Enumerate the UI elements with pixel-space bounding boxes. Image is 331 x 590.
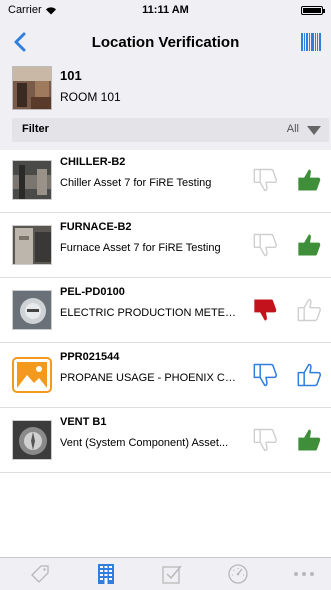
asset-description: Chiller Asset 7 for FiRE Testing: [60, 177, 212, 189]
asset-row[interactable]: VENT B1 Vent (System Component) Asset...: [0, 408, 331, 473]
thumbs-up-button[interactable]: [296, 361, 324, 389]
filter-label: Filter: [22, 123, 49, 135]
caret-down-icon: [307, 126, 321, 135]
asset-code: PEL-PD0100: [60, 286, 125, 298]
asset-description: PROPANE USAGE - PHOENIX CA...: [60, 372, 240, 384]
thumbs-up-icon: [298, 429, 321, 451]
asset-photo: [12, 160, 52, 200]
location-code: 101: [60, 68, 82, 83]
asset-code: CHILLER-B2: [60, 156, 126, 168]
tab-tag[interactable]: [20, 562, 60, 586]
page-title: Location Verification: [91, 34, 240, 51]
tab-gauge[interactable]: [218, 562, 258, 586]
tab-more[interactable]: [284, 562, 324, 586]
asset-row[interactable]: PEL-PD0100 ELECTRIC PRODUCTION METER...: [0, 278, 331, 343]
thumbs-up-button[interactable]: [296, 166, 324, 194]
thumbs-up-button[interactable]: [296, 296, 324, 324]
asset-list: CHILLER-B2 Chiller Asset 7 for FiRE Test…: [0, 148, 331, 473]
asset-photo: [12, 420, 52, 460]
tab-building[interactable]: [86, 562, 126, 586]
battery-icon: [301, 6, 325, 15]
asset-photo: [12, 225, 52, 265]
filter-bar: Filter All: [0, 112, 331, 150]
navigation-bar: Location Verification: [0, 20, 331, 64]
asset-code: FURNACE-B2: [60, 221, 132, 233]
thumbs-down-icon: [254, 299, 277, 321]
filter-dropdown[interactable]: Filter All: [12, 118, 329, 142]
thumbs-up-icon: [298, 169, 321, 191]
building-icon: [98, 564, 114, 584]
asset-row[interactable]: FURNACE-B2 Furnace Asset 7 for FiRE Test…: [0, 213, 331, 278]
thumbs-up-icon: [298, 234, 321, 256]
thumbs-up-button[interactable]: [296, 426, 324, 454]
thumbs-down-button[interactable]: [252, 296, 280, 324]
asset-row[interactable]: CHILLER-B2 Chiller Asset 7 for FiRE Test…: [0, 148, 331, 213]
asset-description: Furnace Asset 7 for FiRE Testing: [60, 242, 221, 254]
barcode-icon: [301, 33, 321, 51]
thumbs-down-button[interactable]: [252, 426, 280, 454]
tab-checklist[interactable]: [152, 562, 192, 586]
thumbs-up-icon: [297, 363, 321, 387]
thumbs-down-icon: [253, 428, 277, 452]
barcode-scan-button[interactable]: [301, 33, 321, 56]
location-name: ROOM 101: [60, 90, 121, 104]
thumbs-down-button[interactable]: [252, 166, 280, 194]
location-header: 101 ROOM 101: [0, 64, 331, 112]
thumbs-down-button[interactable]: [252, 231, 280, 259]
thumbs-down-icon: [253, 363, 277, 387]
asset-code: PPR021544: [60, 351, 120, 363]
asset-photo: [12, 290, 52, 330]
filter-value: All: [286, 123, 299, 135]
gauge-icon: [228, 564, 248, 584]
thumbs-down-icon: [253, 168, 277, 192]
thumbs-up-button[interactable]: [296, 231, 324, 259]
status-time: 11:11 AM: [142, 4, 189, 16]
tab-bar: [0, 557, 331, 590]
image-placeholder-icon: [12, 355, 52, 395]
thumbs-up-icon: [297, 298, 321, 322]
asset-description: Vent (System Component) Asset...: [60, 437, 229, 449]
asset-row[interactable]: PPR021544 PROPANE USAGE - PHOENIX CA...: [0, 343, 331, 408]
location-photo: [12, 66, 52, 110]
more-icon: [294, 572, 314, 576]
asset-description: ELECTRIC PRODUCTION METER...: [60, 307, 240, 319]
thumbs-down-button[interactable]: [252, 361, 280, 389]
checklist-icon: [162, 565, 182, 584]
asset-code: VENT B1: [60, 416, 107, 428]
thumbs-down-icon: [253, 233, 277, 257]
status-bar: Carrier 11:11 AM: [0, 0, 331, 20]
tag-icon: [31, 565, 49, 583]
